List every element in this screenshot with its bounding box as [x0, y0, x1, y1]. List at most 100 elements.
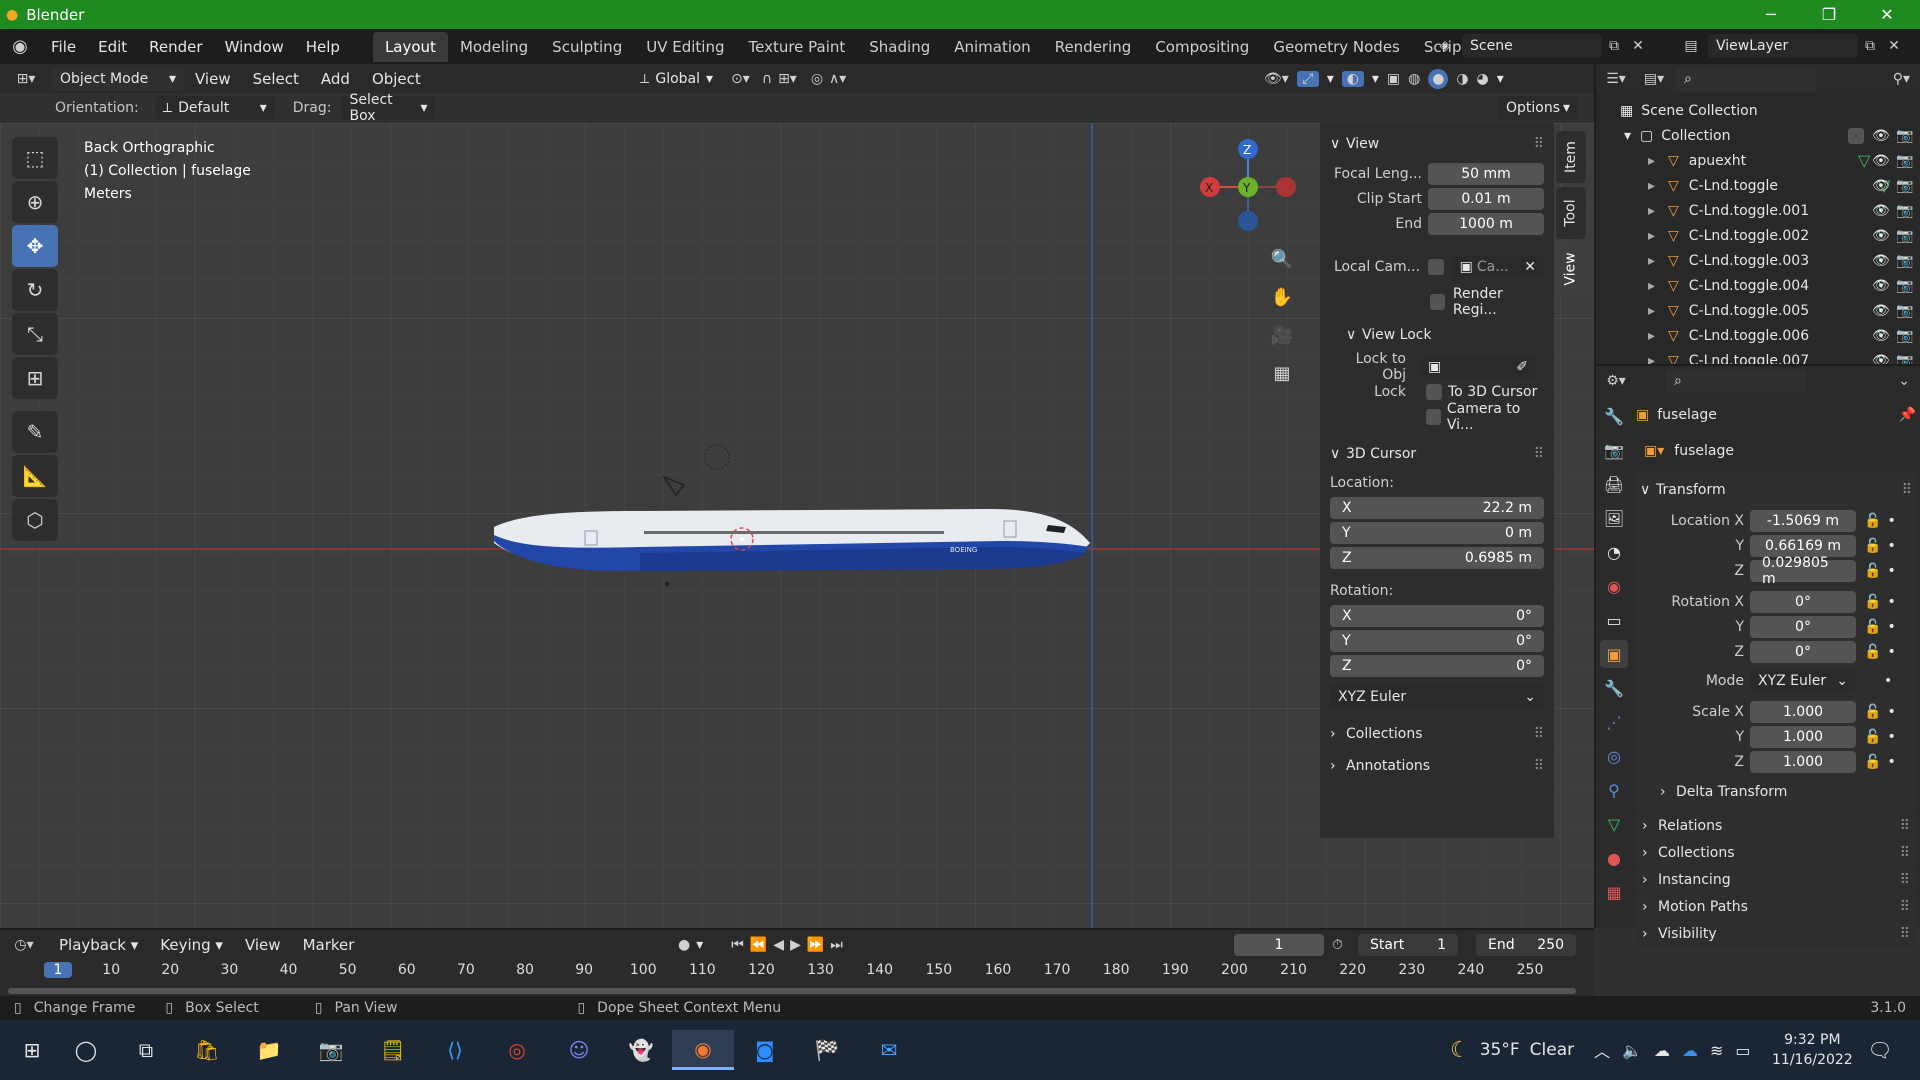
- close-button[interactable]: ✕: [1858, 0, 1916, 29]
- obs-icon[interactable]: ◎: [486, 1030, 548, 1070]
- modifier-properties-icon[interactable]: 🔧: [1600, 674, 1628, 702]
- pivot-point-icon[interactable]: ⊙▾: [731, 71, 750, 87]
- properties-section-header[interactable]: › Relations ⠿: [1636, 813, 1916, 839]
- rotation-field[interactable]: 0°: [1750, 615, 1856, 638]
- eye-icon[interactable]: 👁: [1872, 328, 1890, 344]
- lock-icon[interactable]: 🔓: [1864, 594, 1881, 610]
- outliner-item[interactable]: ▸ ▽ C-Lnd.toggle.006 ᐁ 👁 📷: [1596, 323, 1920, 348]
- tab-compositing[interactable]: Compositing: [1143, 32, 1261, 62]
- lock-icon[interactable]: 🔓: [1864, 644, 1881, 660]
- scene-collection-row[interactable]: ▦ Scene Collection: [1596, 98, 1920, 123]
- scale-field[interactable]: 1.000: [1750, 725, 1856, 748]
- tab-modeling[interactable]: Modeling: [448, 32, 540, 62]
- lock-icon[interactable]: 🔓: [1864, 619, 1881, 635]
- tool-properties-icon[interactable]: 🔧: [1600, 402, 1628, 430]
- drag-dropdown[interactable]: Select Box ▾: [341, 92, 436, 124]
- tray-chevron-icon[interactable]: ︿: [1594, 1038, 1610, 1062]
- outliner-item[interactable]: ▸ ▽ C-Lnd.toggle.002 ᐁ 👁 📷: [1596, 223, 1920, 248]
- view-layer-field[interactable]: ViewLayer: [1708, 34, 1858, 58]
- properties-section-header[interactable]: › Motion Paths ⠿: [1636, 894, 1916, 920]
- cursor-rotation-x[interactable]: X 0°: [1330, 605, 1544, 627]
- new-view-layer-icon[interactable]: ⧉: [1858, 38, 1882, 54]
- scale-field[interactable]: 1.000: [1750, 700, 1856, 723]
- physics-properties-icon[interactable]: ◎: [1600, 742, 1628, 770]
- scale-field[interactable]: 1.000: [1750, 750, 1856, 773]
- properties-search-input[interactable]: ⌕: [1666, 369, 1806, 393]
- move-tool-icon[interactable]: ✥: [12, 225, 58, 267]
- output-properties-icon[interactable]: 🖨: [1600, 470, 1628, 498]
- discord-icon[interactable]: ☺: [548, 1030, 610, 1070]
- keyframe-dot-icon[interactable]: •: [1887, 594, 1895, 610]
- snap-icon[interactable]: ∩: [762, 71, 772, 87]
- viewport-menu-object[interactable]: Object: [361, 70, 432, 88]
- texture-properties-icon[interactable]: ▦: [1600, 878, 1628, 906]
- tab-geometry-nodes[interactable]: Geometry Nodes: [1261, 32, 1412, 62]
- outliner-editor-type-icon[interactable]: ☰▾: [1596, 71, 1636, 87]
- timeline-menu-keying[interactable]: Keying ▾: [149, 936, 234, 954]
- viewport-menu-select[interactable]: Select: [242, 70, 310, 88]
- zoom-icon[interactable]: 🔍: [1266, 243, 1298, 275]
- scale-tool-icon[interactable]: ⤡: [12, 313, 58, 355]
- cursor-location-y[interactable]: Y0 m: [1330, 522, 1544, 544]
- cursor-location-x[interactable]: X 22.2 m: [1330, 497, 1544, 519]
- search-circle-icon[interactable]: ◯: [56, 1030, 116, 1070]
- notifications-icon[interactable]: 🗨: [1860, 1030, 1900, 1070]
- lock-to-object-field[interactable]: ▣ ✐: [1420, 355, 1536, 378]
- new-scene-icon[interactable]: ⧉: [1602, 38, 1626, 54]
- keyframe-dot-icon[interactable]: •: [1887, 754, 1895, 770]
- menu-edit[interactable]: Edit: [87, 38, 138, 56]
- eye-icon[interactable]: 👁: [1872, 303, 1890, 319]
- lock-icon[interactable]: 🔓: [1864, 513, 1881, 529]
- xray-toggle-icon[interactable]: ▣: [1387, 71, 1400, 87]
- cursor-location-z[interactable]: Z 0.6985 m: [1330, 547, 1544, 569]
- filter-icon[interactable]: ⚲▾: [1893, 71, 1910, 87]
- expand-arrow-icon[interactable]: ▸: [1648, 328, 1668, 344]
- properties-editor-type-icon[interactable]: ⚙▾: [1596, 373, 1636, 389]
- properties-section-header[interactable]: › Collections ⠿: [1636, 840, 1916, 866]
- menu-render[interactable]: Render: [138, 38, 213, 56]
- jump-start-icon[interactable]: ⏮: [731, 937, 744, 953]
- lock-to-cursor-checkbox[interactable]: [1426, 383, 1442, 400]
- orientation-dropdown[interactable]: ⟂ Default ▾: [154, 96, 275, 120]
- tab-shading[interactable]: Shading: [857, 32, 942, 62]
- eye-icon[interactable]: 👁: [1872, 153, 1890, 169]
- task-view-icon[interactable]: ⧉: [116, 1030, 176, 1070]
- tab-uv-editing[interactable]: UV Editing: [634, 32, 736, 62]
- camera-render-icon[interactable]: 📷: [1896, 278, 1913, 294]
- timeline-menu-view[interactable]: View: [234, 936, 292, 954]
- viewport-menu-view[interactable]: View: [184, 70, 242, 88]
- camera-render-icon[interactable]: 📷: [1896, 153, 1913, 169]
- wifi-icon[interactable]: ≋: [1710, 1041, 1723, 1060]
- outliner-search-input[interactable]: ⌕: [1676, 67, 1816, 91]
- shading-rendered-icon[interactable]: ◕: [1477, 71, 1489, 87]
- object-properties-icon[interactable]: ▣: [1600, 640, 1628, 668]
- next-keyframe-icon[interactable]: ⏩: [807, 937, 824, 953]
- tab-tool[interactable]: Tool: [1556, 187, 1586, 239]
- keyframe-dot-icon[interactable]: •: [1887, 563, 1895, 579]
- start-frame-field[interactable]: Start 1: [1358, 934, 1458, 956]
- properties-section-header[interactable]: › Instancing ⠿: [1636, 867, 1916, 893]
- focal-length-field[interactable]: 50 mm: [1428, 162, 1544, 185]
- microsoft-store-icon[interactable]: 🛍: [176, 1030, 238, 1070]
- lock-icon[interactable]: 🔓: [1864, 563, 1881, 579]
- file-explorer-icon[interactable]: 📁: [238, 1030, 300, 1070]
- lock-icon[interactable]: 🔓: [1864, 729, 1881, 745]
- collection-properties-icon[interactable]: ▭: [1600, 606, 1628, 634]
- outliner-item[interactable]: ▸ ▽ C-Lnd.toggle.004 ᐁ 👁 📷: [1596, 273, 1920, 298]
- expand-arrow-icon[interactable]: ▸: [1648, 203, 1668, 219]
- material-properties-icon[interactable]: ●: [1600, 844, 1628, 872]
- minimize-button[interactable]: ─: [1742, 0, 1800, 29]
- overlays-toggle-icon[interactable]: ◐: [1341, 70, 1364, 87]
- expand-arrow-icon[interactable]: ▸: [1648, 178, 1668, 194]
- play-icon[interactable]: ▶: [790, 937, 801, 953]
- rotation-mode-dropdown[interactable]: XYZ Euler ⌄: [1750, 669, 1856, 692]
- expand-arrow-icon[interactable]: ▸: [1648, 303, 1668, 319]
- rotation-field[interactable]: 0°: [1750, 640, 1856, 663]
- tab-item[interactable]: Item: [1556, 131, 1586, 183]
- camera-render-icon[interactable]: 📷: [1896, 228, 1913, 244]
- fuselage-mesh[interactable]: BOEING: [494, 509, 1090, 571]
- camera-render-icon[interactable]: 📷: [1896, 128, 1913, 144]
- lock-icon[interactable]: 🔓: [1864, 704, 1881, 720]
- cloud-icon[interactable]: ☁: [1654, 1041, 1670, 1060]
- weather-desc[interactable]: Clear: [1530, 1040, 1574, 1060]
